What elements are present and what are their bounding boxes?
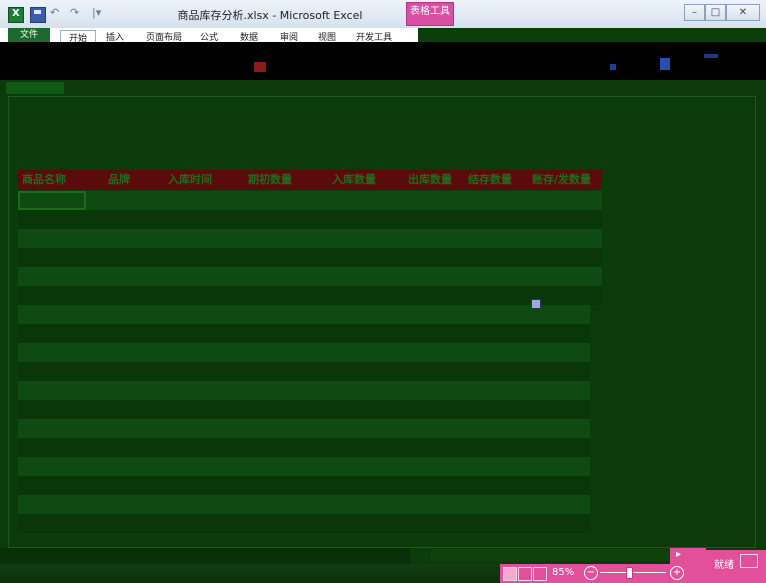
active-cell-cursor[interactable] [18, 191, 86, 210]
table-header-row: 商品名称 品牌 入库时间 期初数量 入库数量 出库数量 结存数量 账存/发数量 [18, 170, 602, 190]
window-title: 商品库存分析.xlsx - Microsoft Excel [177, 9, 363, 22]
table-row[interactable] [18, 286, 602, 305]
table-row[interactable] [18, 324, 590, 343]
header-opening-qty[interactable]: 期初数量 [244, 170, 328, 190]
header-product-name[interactable]: 商品名称 [18, 170, 104, 190]
ribbon-panel [0, 42, 766, 80]
header-out-qty[interactable]: 出库数量 [404, 170, 464, 190]
table-row[interactable] [18, 191, 602, 210]
maximize-button[interactable]: □ [705, 4, 726, 21]
header-balance-qty[interactable]: 结存数量 [464, 170, 528, 190]
table-row[interactable] [18, 210, 602, 229]
excel-logo-icon[interactable] [8, 7, 24, 23]
table-row[interactable] [18, 514, 590, 533]
page-layout-view-icon[interactable] [518, 567, 532, 581]
table-row[interactable] [18, 305, 590, 324]
tab-insert[interactable]: 插入 [106, 30, 124, 42]
table-row[interactable] [18, 381, 590, 400]
header-brand[interactable]: 品牌 [104, 170, 164, 190]
status-ready-text: 就绪 [714, 560, 734, 571]
horizontal-scrollbar[interactable] [430, 549, 700, 561]
ribbon-artifact [610, 64, 616, 70]
ribbon-artifact [704, 54, 718, 58]
zoom-level[interactable]: 85% [552, 567, 574, 578]
tab-view[interactable]: 视图 [318, 30, 336, 42]
redo-icon[interactable]: ↷ [70, 6, 79, 19]
zoom-slider-thumb[interactable] [626, 567, 633, 579]
title-bar: ↶ ↷ |▾ 商品库存分析.xlsx - Microsoft Excel 表格工… [0, 0, 766, 29]
tab-home[interactable]: 开始 [60, 30, 96, 42]
table-row[interactable] [18, 248, 602, 267]
tab-developer[interactable]: 开发工具 [356, 30, 392, 42]
table-row[interactable] [18, 457, 590, 476]
glitch-region [418, 28, 766, 42]
table-row[interactable] [18, 362, 590, 381]
close-button[interactable]: ✕ [726, 4, 760, 21]
scroll-right-icon[interactable]: ▸ [676, 549, 681, 560]
normal-view-icon[interactable] [503, 567, 517, 581]
ribbon-artifact [660, 58, 670, 70]
table-row[interactable] [18, 400, 590, 419]
page-break-view-icon[interactable] [533, 567, 547, 581]
ribbon-artifact [254, 62, 266, 72]
minimize-button[interactable]: – [684, 4, 705, 21]
selection-artifact [531, 299, 541, 309]
customize-quick-access-icon[interactable]: |▾ [92, 6, 101, 19]
header-stock-in-date[interactable]: 入库时间 [164, 170, 244, 190]
zoom-out-button[interactable]: − [584, 566, 598, 580]
save-icon[interactable] [30, 7, 46, 23]
macro-record-icon[interactable] [740, 554, 758, 568]
header-book-qty[interactable]: 账存/发数量 [528, 170, 602, 190]
table-tools-context-tab[interactable]: 表格工具 [406, 2, 454, 26]
table-row[interactable] [18, 267, 602, 286]
header-in-qty[interactable]: 入库数量 [328, 170, 404, 190]
undo-icon[interactable]: ↶ [50, 6, 59, 19]
table-row[interactable] [18, 343, 590, 362]
sheet-tab-strip [0, 548, 410, 564]
zoom-slider-track[interactable] [600, 572, 666, 573]
tab-formulas[interactable]: 公式 [200, 30, 218, 42]
table-row[interactable] [18, 419, 590, 438]
tab-data[interactable]: 数据 [240, 30, 258, 42]
zoom-in-button[interactable]: + [670, 566, 684, 580]
table-row[interactable] [18, 438, 590, 457]
name-box[interactable] [6, 82, 64, 94]
tab-review[interactable]: 审阅 [280, 30, 298, 42]
tab-page-layout[interactable]: 页面布局 [146, 30, 182, 42]
table-row[interactable] [18, 495, 590, 514]
table-row[interactable] [18, 476, 590, 495]
tab-file[interactable]: 文件 [8, 28, 50, 42]
table-row[interactable] [18, 229, 602, 248]
